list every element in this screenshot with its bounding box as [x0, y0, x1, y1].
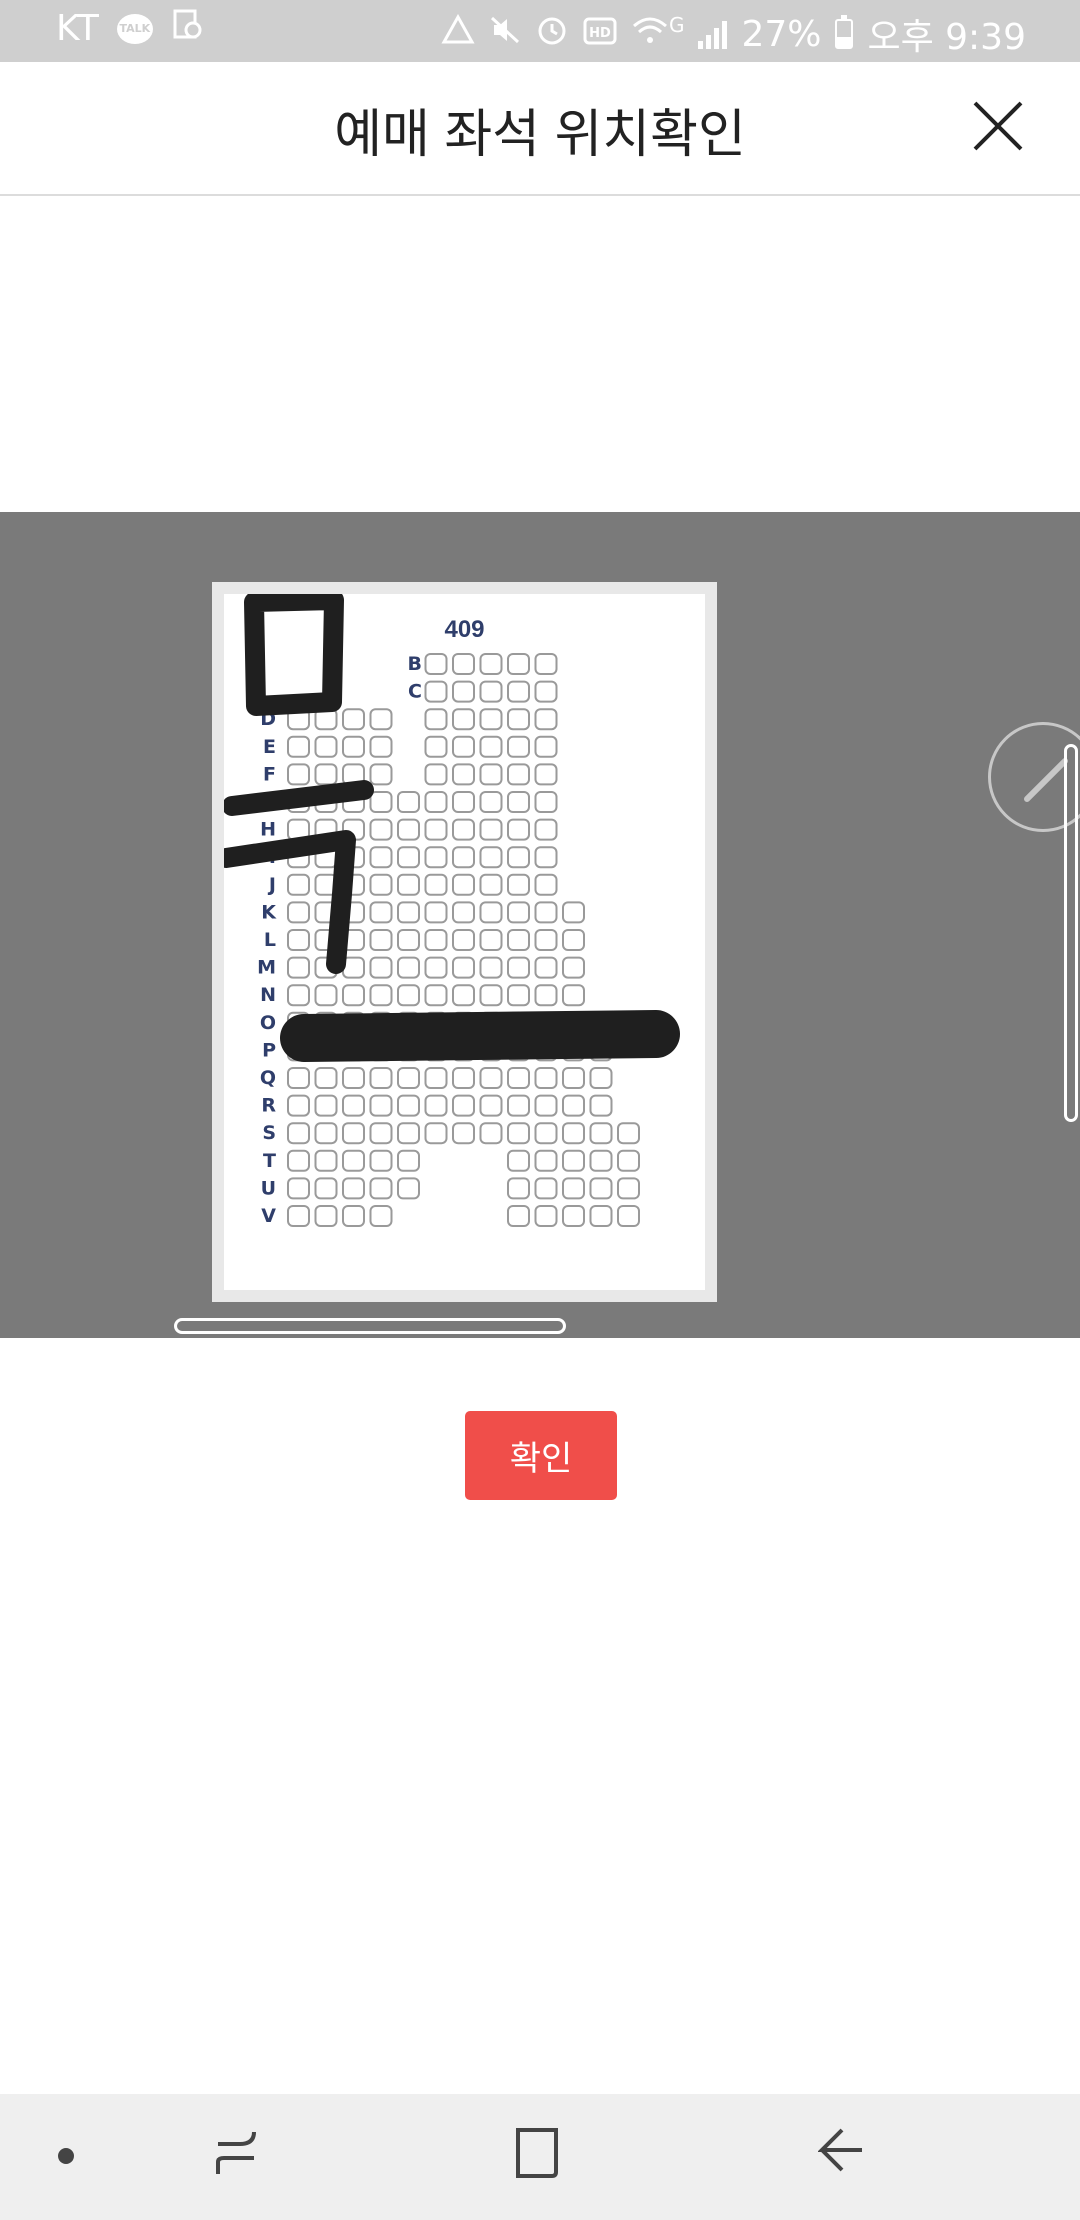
page-title: 예매 좌석 위치확인	[334, 106, 746, 164]
image-viewer[interactable]: 409 BCDEFGHIJKLMNOPQRSTUV	[0, 512, 1080, 1338]
screenshot-icon	[171, 8, 203, 49]
kakaotalk-icon: TALK	[116, 13, 153, 44]
close-icon	[973, 101, 1023, 151]
back-icon[interactable]	[817, 2124, 866, 2186]
battery-icon	[835, 15, 854, 49]
network-type: G	[668, 13, 685, 37]
mute-icon	[489, 14, 521, 55]
header: 예매 좌석 위치확인	[0, 62, 1080, 196]
recent-apps-icon[interactable]	[212, 2124, 260, 2186]
horizontal-scrollbar[interactable]	[174, 1318, 566, 1334]
home-icon[interactable]	[514, 2124, 562, 2186]
wifi-icon	[631, 14, 669, 55]
vertical-scrollbar[interactable]	[1064, 744, 1078, 1122]
carrier-label: KT	[56, 8, 99, 49]
battery-percent: 27%	[741, 13, 822, 55]
close-button[interactable]	[972, 100, 1024, 152]
data-saver-icon	[441, 13, 475, 55]
signal-icon	[698, 19, 728, 49]
seat-map-image: 409 BCDEFGHIJKLMNOPQRSTUV	[212, 582, 717, 1302]
alarm-icon	[535, 13, 569, 56]
dot-icon[interactable]	[56, 2146, 76, 2170]
hd-icon: HD	[583, 14, 617, 55]
navigation-bar	[0, 2094, 1080, 2220]
clock: 오후 9:39	[867, 17, 1026, 58]
svg-text:HD: HD	[589, 26, 611, 41]
seat-map: 409 BCDEFGHIJKLMNOPQRSTUV	[224, 594, 705, 1290]
handwritten-mark	[224, 594, 680, 1062]
status-bar: KT TALK HD G 27% 오후 9:39	[0, 0, 1080, 62]
confirm-button[interactable]: 확인	[465, 1411, 617, 1500]
